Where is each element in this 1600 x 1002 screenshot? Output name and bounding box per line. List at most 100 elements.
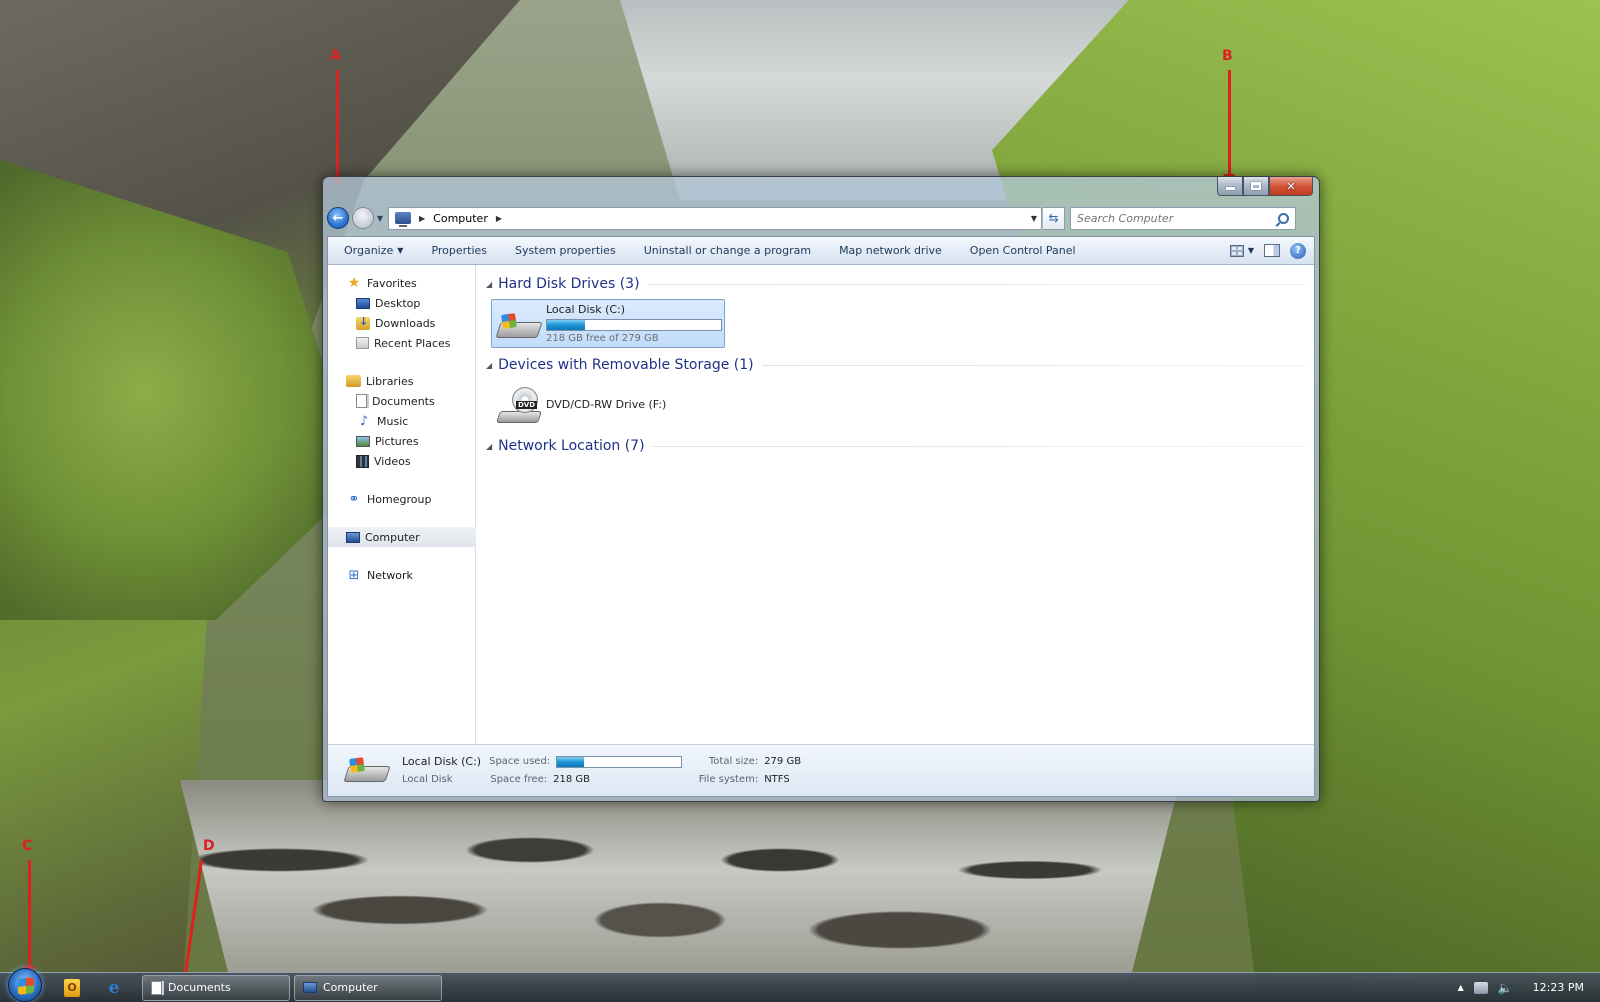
properties-button[interactable]: Properties bbox=[417, 237, 501, 265]
details-usage-fill bbox=[557, 756, 585, 767]
back-button[interactable]: ← bbox=[327, 207, 349, 229]
total-size-label: Total size: bbox=[708, 756, 759, 767]
close-button[interactable]: ✕ bbox=[1269, 177, 1313, 196]
annotation-arrow-c bbox=[23, 860, 35, 976]
collapse-triangle-icon[interactable]: ◢ bbox=[486, 361, 492, 370]
drive-dvd-f[interactable]: DVD DVD/CD-RW Drive (F:) bbox=[491, 380, 725, 429]
outlook-icon: O bbox=[64, 978, 80, 997]
details-drive-type: Local Disk bbox=[402, 774, 453, 785]
address-bar[interactable]: ▶ Computer ▶ ▼ bbox=[388, 206, 1042, 230]
taskbar-button-computer[interactable]: Computer bbox=[294, 974, 442, 1001]
caption-buttons: ✕ bbox=[1217, 177, 1313, 196]
start-button[interactable] bbox=[8, 967, 42, 1002]
search-box[interactable] bbox=[1070, 206, 1296, 230]
map-network-drive-button[interactable]: Map network drive bbox=[825, 237, 956, 265]
annotation-label-d: D bbox=[203, 838, 215, 854]
taskbar-button-documents[interactable]: Documents bbox=[142, 974, 290, 1001]
explorer-window[interactable]: ✕ ← → ▼ ▶ Computer ▶ ▼ ⇆ Organize▼ Prope… bbox=[322, 176, 1320, 802]
details-drive-name: Local Disk (C:) bbox=[402, 755, 482, 768]
downloads-icon bbox=[356, 316, 370, 330]
maximize-button[interactable] bbox=[1243, 177, 1269, 196]
homegroup-icon: ⚭ bbox=[348, 491, 360, 507]
nav-item-downloads[interactable]: Downloads bbox=[328, 313, 475, 333]
drive-free-space: 218 GB free of 279 GB bbox=[546, 333, 659, 344]
clock[interactable]: 12:23 PM bbox=[1533, 981, 1584, 994]
file-system-value: NTFS bbox=[764, 774, 790, 785]
nav-item-favorites[interactable]: ★ Favorites bbox=[328, 273, 475, 293]
annotation-label-c: C bbox=[22, 838, 33, 854]
breadcrumb-chevron-icon[interactable]: ▶ bbox=[419, 214, 425, 223]
hard-drive-icon bbox=[495, 304, 543, 344]
minimize-button[interactable] bbox=[1217, 177, 1243, 196]
explorer-body: ★Favorites Desktop Downloads Recent Plac… bbox=[328, 265, 1314, 744]
volume-icon[interactable]: 🔈 bbox=[1498, 981, 1513, 995]
hard-drive-icon bbox=[343, 756, 391, 786]
computer-icon bbox=[346, 531, 360, 543]
change-view-icon[interactable] bbox=[1229, 244, 1244, 257]
annotation-label-a: A bbox=[330, 48, 341, 64]
nav-item-pictures[interactable]: Pictures bbox=[328, 431, 475, 451]
maximize-icon bbox=[1251, 182, 1261, 190]
uninstall-program-button[interactable]: Uninstall or change a program bbox=[630, 237, 825, 265]
recent-pages-button[interactable]: ▼ bbox=[374, 214, 386, 223]
dvd-drive-icon: DVD bbox=[496, 385, 542, 425]
open-control-panel-button[interactable]: Open Control Panel bbox=[956, 237, 1090, 265]
space-used-label: Space used: bbox=[489, 756, 551, 767]
pinned-outlook[interactable]: O bbox=[54, 975, 90, 1001]
search-input[interactable] bbox=[1077, 211, 1278, 225]
group-header-removable[interactable]: ◢ Devices with Removable Storage (1) bbox=[486, 354, 1306, 376]
pinned-internet-explorer[interactable]: e bbox=[96, 975, 132, 1001]
space-free-value: 218 GB bbox=[553, 774, 590, 785]
refresh-button[interactable]: ⇆ bbox=[1043, 206, 1065, 230]
group-header-network-location[interactable]: ◢ Network Location (7) bbox=[486, 435, 1306, 457]
nav-item-documents[interactable]: Documents bbox=[328, 391, 475, 411]
toolbar-right-controls: ▼ ? bbox=[1229, 242, 1314, 259]
nav-item-computer[interactable]: Computer bbox=[328, 527, 476, 547]
view-options-chevron-icon[interactable]: ▼ bbox=[1248, 246, 1254, 255]
collapse-triangle-icon[interactable]: ◢ bbox=[486, 442, 492, 451]
windows-logo-icon bbox=[349, 756, 365, 773]
nav-item-homegroup[interactable]: ⚭ Homegroup bbox=[328, 489, 475, 509]
system-properties-button[interactable]: System properties bbox=[501, 237, 630, 265]
breadcrumb-chevron-icon[interactable]: ▶ bbox=[496, 214, 502, 223]
internet-explorer-icon: e bbox=[108, 977, 120, 998]
address-dropdown-button[interactable]: ▼ bbox=[1027, 214, 1041, 223]
nav-item-recent-places[interactable]: Recent Places bbox=[328, 333, 475, 353]
preview-pane-icon[interactable] bbox=[1264, 244, 1280, 257]
organize-button[interactable]: Organize ▼ bbox=[340, 237, 417, 265]
help-icon[interactable]: ? bbox=[1290, 242, 1306, 259]
nav-group-libraries: Libraries Documents ♪ Music Pictures Vide… bbox=[328, 371, 475, 471]
nav-item-videos[interactable]: Videos bbox=[328, 451, 475, 471]
breadcrumb-computer[interactable]: Computer bbox=[433, 212, 488, 225]
arrow-left-icon: ← bbox=[332, 210, 344, 226]
nav-item-network[interactable]: ⊞ Network bbox=[328, 565, 475, 585]
collapse-triangle-icon[interactable]: ◢ bbox=[486, 280, 492, 289]
file-list: ◢ Hard Disk Drives (3) Local Disk (C:) 2… bbox=[476, 265, 1314, 744]
navigation-bar: ← → ▼ ▶ Computer ▶ ▼ ⇆ bbox=[327, 205, 1315, 231]
space-free-label: Space free: bbox=[490, 774, 548, 785]
group-header-hard-disks[interactable]: ◢ Hard Disk Drives (3) bbox=[486, 273, 1306, 295]
details-usage-bar bbox=[556, 755, 683, 768]
chevron-down-icon: ▼ bbox=[376, 213, 384, 223]
drive-name: Local Disk (C:) bbox=[546, 303, 626, 316]
total-size-value: 279 GB bbox=[764, 756, 802, 767]
computer-icon bbox=[395, 212, 411, 227]
star-icon: ★ bbox=[347, 275, 361, 291]
search-icon[interactable] bbox=[1278, 212, 1289, 224]
pictures-icon bbox=[356, 435, 370, 447]
arrow-right-icon: → bbox=[357, 210, 369, 226]
nav-group-favorites: ★Favorites Desktop Downloads Recent Plac… bbox=[328, 273, 475, 353]
minimize-icon bbox=[1225, 186, 1235, 190]
network-icon: ⊞ bbox=[348, 567, 360, 583]
forward-button[interactable]: → bbox=[352, 207, 374, 229]
desktop-icon bbox=[356, 297, 370, 309]
drive-local-disk-c[interactable]: Local Disk (C:) 218 GB free of 279 GB bbox=[491, 299, 725, 348]
nav-item-music[interactable]: ♪ Music bbox=[328, 411, 475, 431]
nav-item-libraries[interactable]: Libraries bbox=[328, 371, 475, 391]
network-status-icon[interactable] bbox=[1473, 981, 1488, 994]
drive-usage-bar bbox=[546, 319, 722, 331]
details-pane: Local Disk (C:) Local Disk Space used: S… bbox=[328, 744, 1314, 796]
music-icon: ♪ bbox=[359, 413, 369, 429]
nav-item-desktop[interactable]: Desktop bbox=[328, 293, 475, 313]
show-hidden-icons-icon[interactable]: ▲ bbox=[1458, 983, 1464, 992]
